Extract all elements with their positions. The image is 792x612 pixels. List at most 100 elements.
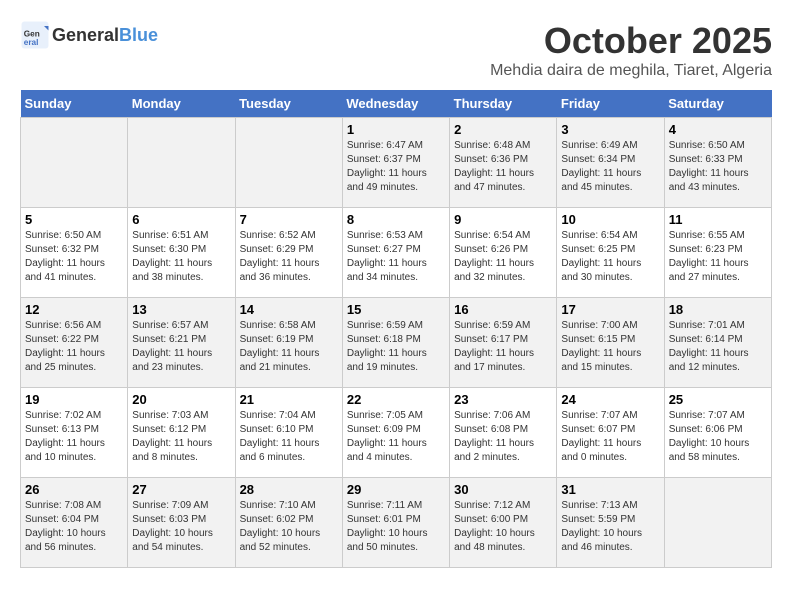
day-number: 13: [132, 302, 230, 317]
week-row-4: 19 Sunrise: 7:02 AM Sunset: 6:13 PM Dayli…: [21, 388, 772, 478]
calendar-cell: 8Sunrise: 6:53 AM Sunset: 6:27 PM Daylig…: [342, 208, 449, 298]
day-info: Sunrise: 7:09 AM Sunset: 6:03 PM Dayligh…: [132, 499, 230, 555]
calendar-cell: [21, 118, 128, 208]
weekday-header-tuesday: Tuesday: [235, 90, 342, 118]
week-row-1: 1Sunrise: 6:47 AM Sunset: 6:37 PM Daylig…: [21, 118, 772, 208]
day-info: Sunrise: 7:00 AM Sunset: 6:15 PM Dayligh…: [561, 319, 659, 375]
day-number: 3: [561, 122, 659, 137]
calendar-cell: 23Sunrise: 7:06 AM Sunset: 6:08 PM Dayli…: [450, 388, 557, 478]
day-number: 26: [25, 482, 123, 497]
day-info: Sunrise: 6:54 AM Sunset: 6:25 PM Dayligh…: [561, 229, 659, 285]
calendar-cell: [235, 118, 342, 208]
day-info: Sunrise: 7:01 AM Sunset: 6:14 PM Dayligh…: [669, 319, 767, 375]
logo-icon: Gen eral: [20, 20, 50, 50]
calendar-cell: [128, 118, 235, 208]
day-number: 9: [454, 212, 552, 227]
calendar-cell: 11 Sunrise: 6:55 AM Sunset: 6:23 PM Dayli…: [664, 208, 771, 298]
day-info: Sunrise: 6:50 AM Sunset: 6:33 PM Dayligh…: [669, 139, 767, 195]
day-number: 24: [561, 392, 659, 407]
calendar-cell: 4 Sunrise: 6:50 AM Sunset: 6:33 PM Daylig…: [664, 118, 771, 208]
calendar-cell: 27Sunrise: 7:09 AM Sunset: 6:03 PM Dayli…: [128, 478, 235, 568]
day-info: Sunrise: 7:03 AM Sunset: 6:12 PM Dayligh…: [132, 409, 230, 465]
calendar-cell: [664, 478, 771, 568]
day-number: 19: [25, 392, 123, 407]
calendar-cell: 13 Sunrise: 6:57 AM Sunset: 6:21 PM Dayli…: [128, 298, 235, 388]
week-row-2: 5Sunrise: 6:50 AM Sunset: 6:32 PM Daylig…: [21, 208, 772, 298]
day-info: Sunrise: 7:07 AM Sunset: 6:07 PM Dayligh…: [561, 409, 659, 465]
day-number: 18: [669, 302, 767, 317]
day-number: 16: [454, 302, 552, 317]
day-info: Sunrise: 7:12 AM Sunset: 6:00 PM Dayligh…: [454, 499, 552, 555]
day-number: 31: [561, 482, 659, 497]
logo-text-general: General: [52, 25, 119, 45]
day-number: 14: [240, 302, 338, 317]
day-info: Sunrise: 6:59 AM Sunset: 6:17 PM Dayligh…: [454, 319, 552, 375]
day-info: Sunrise: 6:56 AM Sunset: 6:22 PM Dayligh…: [25, 319, 123, 375]
location-title: Mehdia daira de meghila, Tiaret, Algeria: [490, 62, 772, 80]
day-number: 1: [347, 122, 445, 137]
calendar-cell: 12Sunrise: 6:56 AM Sunset: 6:22 PM Dayli…: [21, 298, 128, 388]
week-row-5: 26 Sunrise: 7:08 AM Sunset: 6:04 PM Dayli…: [21, 478, 772, 568]
day-info: Sunrise: 6:48 AM Sunset: 6:36 PM Dayligh…: [454, 139, 552, 195]
day-info: Sunrise: 7:04 AM Sunset: 6:10 PM Dayligh…: [240, 409, 338, 465]
day-info: Sunrise: 7:02 AM Sunset: 6:13 PM Dayligh…: [25, 409, 123, 465]
day-number: 11: [669, 212, 767, 227]
calendar-cell: 30 Sunrise: 7:12 AM Sunset: 6:00 PM Dayli…: [450, 478, 557, 568]
day-number: 30: [454, 482, 552, 497]
calendar-cell: 22Sunrise: 7:05 AM Sunset: 6:09 PM Dayli…: [342, 388, 449, 478]
day-info: Sunrise: 7:05 AM Sunset: 6:09 PM Dayligh…: [347, 409, 445, 465]
day-number: 8: [347, 212, 445, 227]
day-info: Sunrise: 6:59 AM Sunset: 6:18 PM Dayligh…: [347, 319, 445, 375]
day-info: Sunrise: 6:55 AM Sunset: 6:23 PM Dayligh…: [669, 229, 767, 285]
day-info: Sunrise: 7:07 AM Sunset: 6:06 PM Dayligh…: [669, 409, 767, 465]
calendar-cell: 31 Sunrise: 7:13 AM Sunset: 5:59 PM Dayli…: [557, 478, 664, 568]
calendar-cell: 14 Sunrise: 6:58 AM Sunset: 6:19 PM Dayli…: [235, 298, 342, 388]
day-info: Sunrise: 7:08 AM Sunset: 6:04 PM Dayligh…: [25, 499, 123, 555]
month-title: October 2025: [490, 20, 772, 62]
calendar-cell: 1Sunrise: 6:47 AM Sunset: 6:37 PM Daylig…: [342, 118, 449, 208]
day-number: 2: [454, 122, 552, 137]
day-number: 6: [132, 212, 230, 227]
day-number: 23: [454, 392, 552, 407]
calendar-cell: 5Sunrise: 6:50 AM Sunset: 6:32 PM Daylig…: [21, 208, 128, 298]
day-info: Sunrise: 6:58 AM Sunset: 6:19 PM Dayligh…: [240, 319, 338, 375]
calendar-cell: 9 Sunrise: 6:54 AM Sunset: 6:26 PM Daylig…: [450, 208, 557, 298]
weekday-header-thursday: Thursday: [450, 90, 557, 118]
calendar-cell: 18 Sunrise: 7:01 AM Sunset: 6:14 PM Dayli…: [664, 298, 771, 388]
calendar-cell: 26 Sunrise: 7:08 AM Sunset: 6:04 PM Dayli…: [21, 478, 128, 568]
day-info: Sunrise: 6:57 AM Sunset: 6:21 PM Dayligh…: [132, 319, 230, 375]
day-number: 20: [132, 392, 230, 407]
weekday-header-row: SundayMondayTuesdayWednesdayThursdayFrid…: [21, 90, 772, 118]
day-number: 5: [25, 212, 123, 227]
day-info: Sunrise: 6:51 AM Sunset: 6:30 PM Dayligh…: [132, 229, 230, 285]
calendar-table: SundayMondayTuesdayWednesdayThursdayFrid…: [20, 90, 772, 568]
calendar-cell: 29Sunrise: 7:11 AM Sunset: 6:01 PM Dayli…: [342, 478, 449, 568]
logo-text-blue: Blue: [119, 25, 158, 45]
calendar-cell: 20 Sunrise: 7:03 AM Sunset: 6:12 PM Dayli…: [128, 388, 235, 478]
calendar-cell: 2 Sunrise: 6:48 AM Sunset: 6:36 PM Daylig…: [450, 118, 557, 208]
day-number: 7: [240, 212, 338, 227]
day-number: 4: [669, 122, 767, 137]
svg-text:eral: eral: [24, 38, 39, 47]
week-row-3: 12Sunrise: 6:56 AM Sunset: 6:22 PM Dayli…: [21, 298, 772, 388]
weekday-header-friday: Friday: [557, 90, 664, 118]
calendar-cell: 10Sunrise: 6:54 AM Sunset: 6:25 PM Dayli…: [557, 208, 664, 298]
calendar-cell: 19 Sunrise: 7:02 AM Sunset: 6:13 PM Dayli…: [21, 388, 128, 478]
day-info: Sunrise: 6:49 AM Sunset: 6:34 PM Dayligh…: [561, 139, 659, 195]
page-header: Gen eral GeneralBlue October 2025 Mehdia…: [20, 20, 772, 80]
calendar-cell: 3 Sunrise: 6:49 AM Sunset: 6:34 PM Daylig…: [557, 118, 664, 208]
day-number: 28: [240, 482, 338, 497]
day-info: Sunrise: 6:54 AM Sunset: 6:26 PM Dayligh…: [454, 229, 552, 285]
calendar-cell: 16 Sunrise: 6:59 AM Sunset: 6:17 PM Dayli…: [450, 298, 557, 388]
day-info: Sunrise: 7:13 AM Sunset: 5:59 PM Dayligh…: [561, 499, 659, 555]
calendar-cell: 15 Sunrise: 6:59 AM Sunset: 6:18 PM Dayli…: [342, 298, 449, 388]
weekday-header-sunday: Sunday: [21, 90, 128, 118]
calendar-cell: 7 Sunrise: 6:52 AM Sunset: 6:29 PM Daylig…: [235, 208, 342, 298]
day-info: Sunrise: 7:10 AM Sunset: 6:02 PM Dayligh…: [240, 499, 338, 555]
weekday-header-monday: Monday: [128, 90, 235, 118]
day-info: Sunrise: 6:52 AM Sunset: 6:29 PM Dayligh…: [240, 229, 338, 285]
calendar-cell: 17Sunrise: 7:00 AM Sunset: 6:15 PM Dayli…: [557, 298, 664, 388]
day-number: 21: [240, 392, 338, 407]
day-number: 15: [347, 302, 445, 317]
weekday-header-wednesday: Wednesday: [342, 90, 449, 118]
